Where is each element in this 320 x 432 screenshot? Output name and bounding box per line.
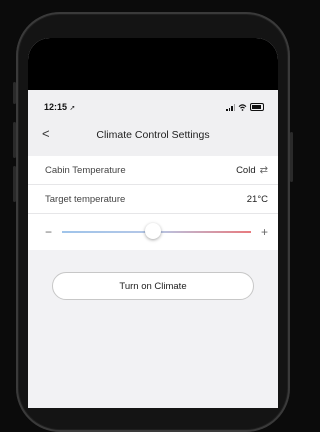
settings-content: Cabin Temperature Cold ⇄ Target temperat…: [28, 156, 278, 408]
cabin-temperature-row[interactable]: Cabin Temperature Cold ⇄: [28, 156, 278, 185]
status-time: 12:15 ➚: [44, 102, 76, 112]
cabin-temperature-value: Cold: [236, 164, 256, 176]
phone-side-button: [13, 82, 16, 104]
action-area: Turn on Climate: [28, 250, 278, 300]
swap-icon[interactable]: ⇄: [260, 165, 268, 176]
nav-bar: < Climate Control Settings: [28, 122, 278, 148]
location-arrow-icon: ➚: [69, 105, 76, 112]
turn-on-climate-button[interactable]: Turn on Climate: [52, 272, 254, 300]
signal-icon: [226, 103, 235, 111]
status-icons: [226, 103, 264, 111]
chevron-left-icon[interactable]: <: [42, 126, 50, 141]
target-temperature-value: 21°C: [246, 193, 268, 205]
wifi-icon: [238, 103, 247, 111]
cabin-temperature-value-group: Cold ⇄: [236, 165, 268, 176]
notch-area: [28, 38, 278, 90]
temperature-slider-row: − +: [28, 214, 278, 250]
phone-screen: 12:15 ➚ < Climate Control Settings Cabin…: [28, 38, 278, 408]
battery-icon: [250, 103, 264, 111]
status-bar: 12:15 ➚: [28, 98, 278, 116]
phone-volume-up: [13, 122, 16, 158]
temperature-slider-thumb[interactable]: [144, 223, 161, 239]
phone-volume-down: [13, 166, 16, 202]
target-temperature-label: Target temperature: [45, 193, 126, 205]
increase-temperature-button[interactable]: +: [261, 225, 268, 239]
cabin-temperature-label: Cabin Temperature: [45, 164, 126, 176]
page-title: Climate Control Settings: [96, 129, 210, 141]
temperature-slider-track[interactable]: [62, 223, 251, 239]
settings-card: Cabin Temperature Cold ⇄ Target temperat…: [28, 156, 278, 250]
phone-power-button: [290, 132, 293, 182]
target-temperature-row: Target temperature 21°C: [28, 185, 278, 214]
decrease-temperature-button[interactable]: −: [45, 225, 52, 239]
